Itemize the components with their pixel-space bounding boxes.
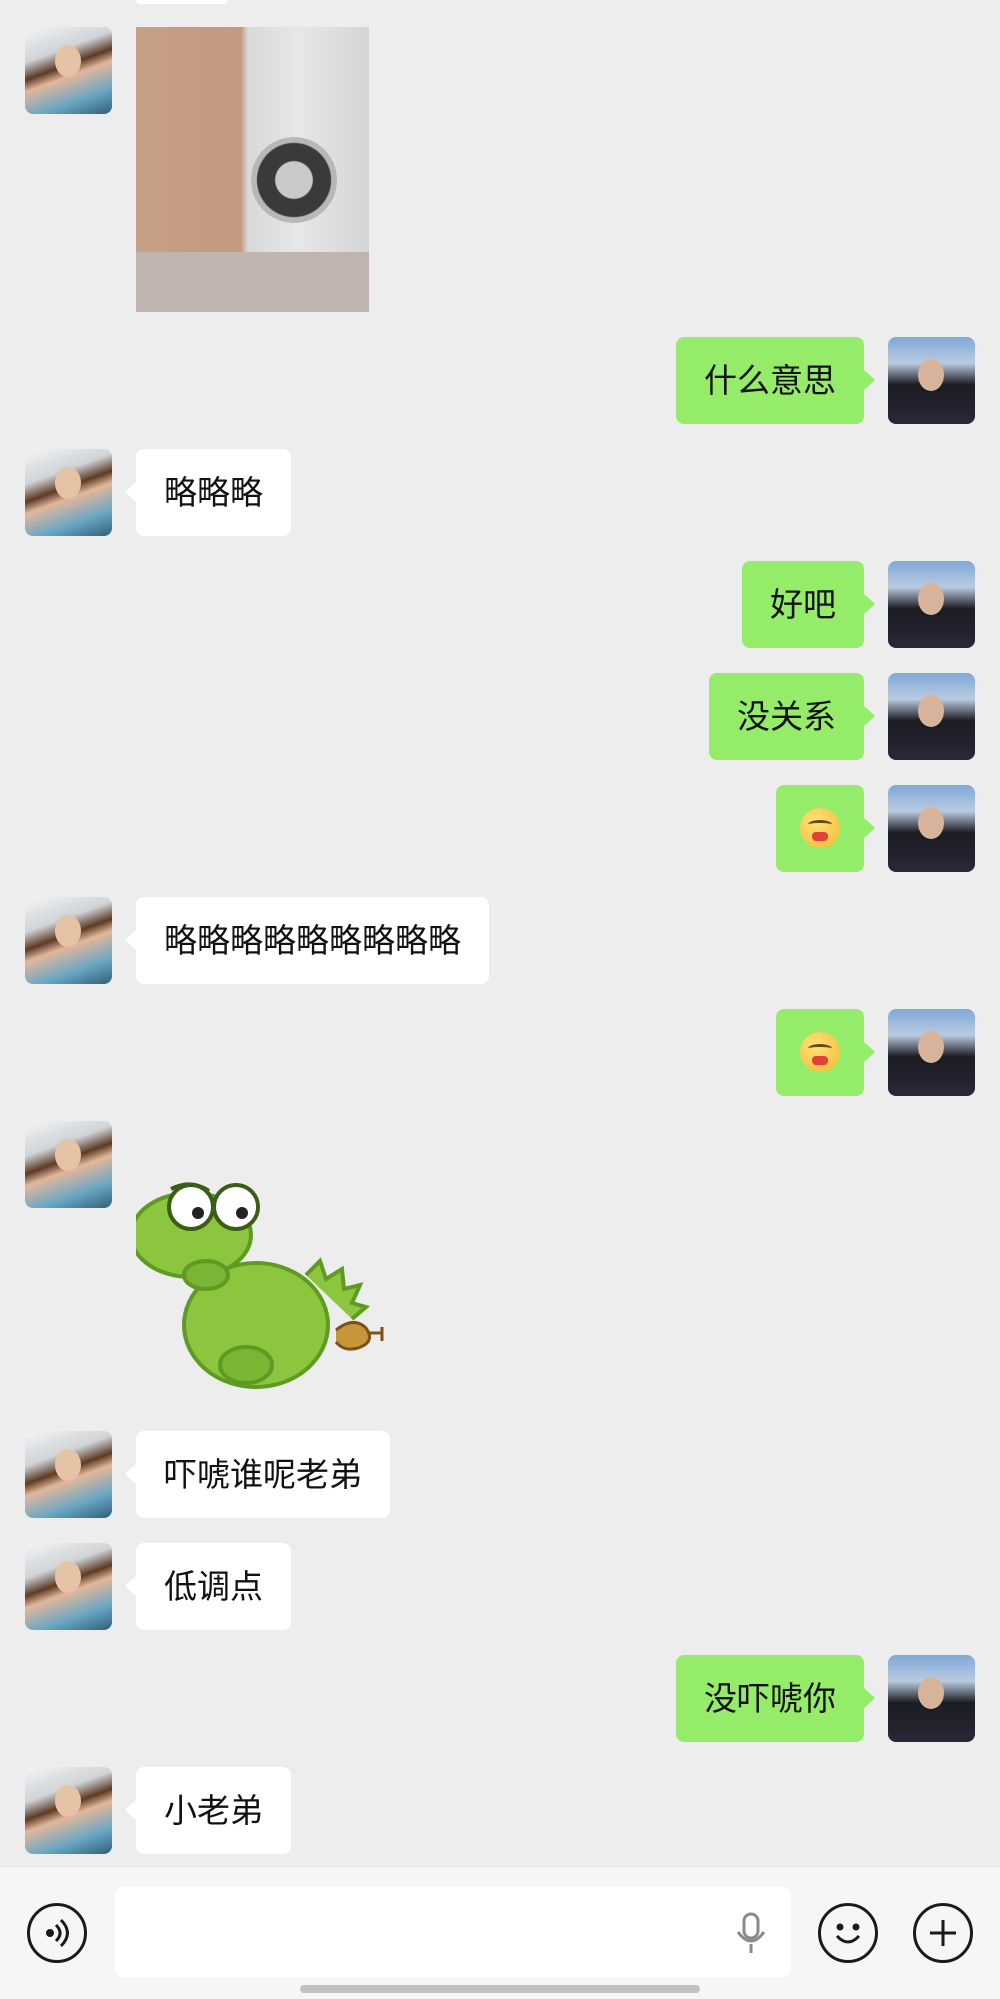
friend-avatar[interactable] [25, 897, 112, 984]
emoji-button[interactable] [818, 1903, 878, 1963]
my-avatar[interactable] [888, 561, 975, 648]
chat-message-list[interactable]: 什么意思 略略略 好吧 没关系 略略略略略略略略略 吓唬谁呢老弟 低调点 没吓唬… [0, 0, 1000, 1866]
my-avatar[interactable] [888, 673, 975, 760]
incoming-message-bubble[interactable]: 略略略略略略略略略 [125, 897, 489, 984]
friend-avatar[interactable] [25, 1431, 112, 1518]
face-with-hand-over-mouth-icon [800, 1031, 840, 1072]
friend-avatar[interactable] [25, 449, 112, 536]
message-input[interactable] [115, 1887, 791, 1977]
more-button[interactable] [913, 1903, 973, 1963]
home-indicator[interactable] [300, 1985, 700, 1993]
incoming-message-bubble[interactable]: 吓唬谁呢老弟 [125, 1431, 390, 1518]
voice-mode-button[interactable] [27, 1903, 87, 1963]
friend-avatar[interactable] [25, 27, 112, 114]
friend-avatar[interactable] [25, 1767, 112, 1854]
green-dinosaur-sticker[interactable] [136, 1165, 426, 1405]
microphone-icon[interactable] [733, 1912, 769, 1956]
outgoing-emoji-bubble[interactable] [776, 1009, 875, 1096]
face-with-hand-over-mouth-icon [800, 807, 840, 848]
outgoing-message-bubble[interactable]: 什么意思 [676, 337, 875, 424]
voice-mode-icon [46, 1918, 69, 1948]
input-bar [0, 1866, 1000, 1999]
incoming-message-bubble[interactable]: 小老弟 [125, 1767, 291, 1854]
outgoing-message-bubble[interactable]: 好吧 [742, 561, 875, 648]
friend-avatar[interactable] [25, 1543, 112, 1630]
friend-avatar[interactable] [25, 1121, 112, 1208]
smiley-icon [835, 1923, 861, 1944]
outgoing-emoji-bubble[interactable] [776, 785, 875, 872]
outgoing-message-bubble[interactable]: 没关系 [709, 673, 875, 760]
my-avatar[interactable] [888, 337, 975, 424]
outgoing-message-bubble[interactable]: 没吓唬你 [676, 1655, 875, 1742]
my-avatar[interactable] [888, 1009, 975, 1096]
incoming-message-bubble[interactable]: 略略略 [125, 449, 291, 536]
my-avatar[interactable] [888, 785, 975, 872]
incoming-message-bubble[interactable]: 低调点 [125, 1543, 291, 1630]
plus-icon [930, 1920, 956, 1946]
image-message[interactable] [136, 27, 369, 312]
previous-message-edge [136, 0, 228, 4]
my-avatar[interactable] [888, 1655, 975, 1742]
